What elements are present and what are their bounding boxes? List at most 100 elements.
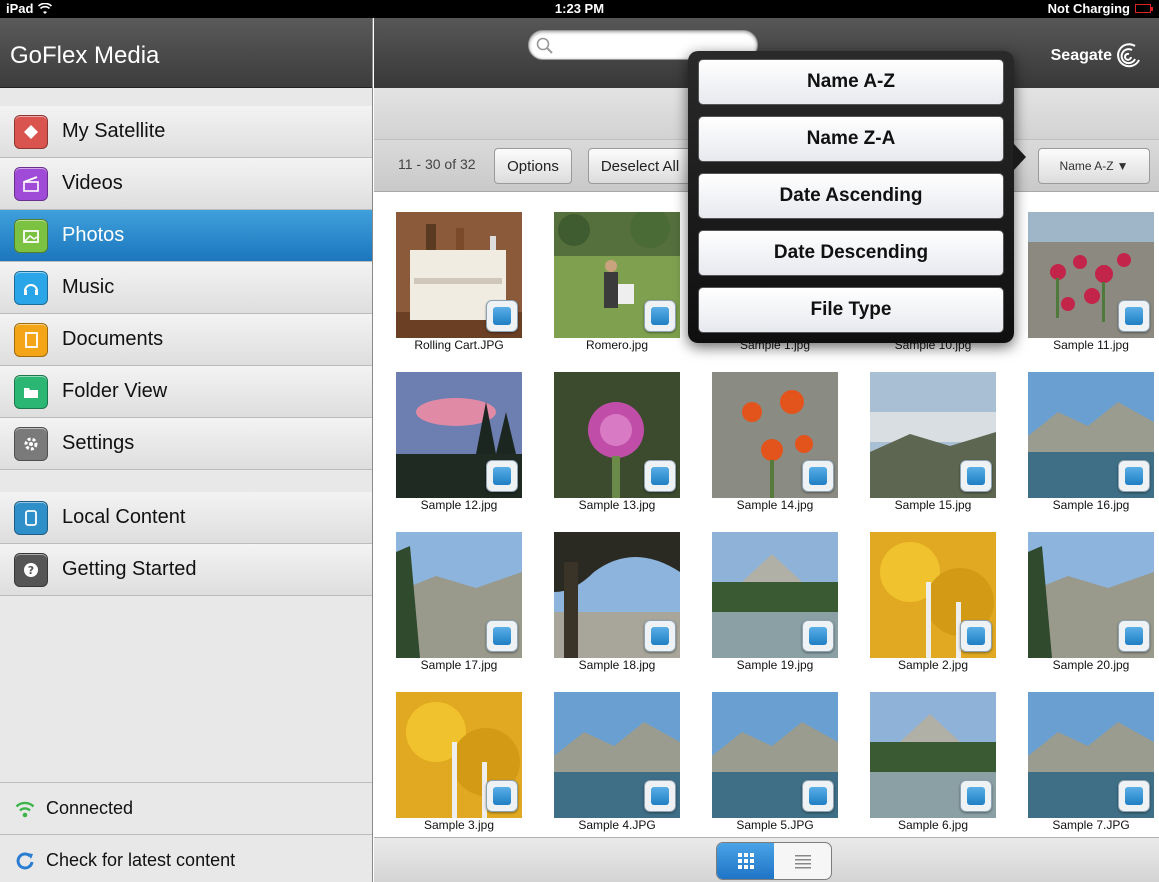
brand-name: Seagate [1050,47,1112,64]
sort-option-name-z-a[interactable]: Name Z-A [698,116,1004,162]
select-checkbox[interactable] [486,300,518,332]
sidebar-item-label: Settings [62,432,135,454]
select-checkbox[interactable] [1118,620,1150,652]
photo-tile[interactable]: Sample 7.JPG [1010,672,1159,832]
photo-filename: Sample 6.jpg [897,818,969,832]
item-count: 11 - 30 of 32 [398,156,476,172]
grid-icon [737,853,754,869]
photo-tile[interactable]: Sample 14.jpg [694,352,850,512]
select-checkbox[interactable] [1118,300,1150,332]
photo-filename: Sample 4.JPG [578,818,656,832]
sort-button[interactable]: Name A-Z ▼ [1038,148,1150,184]
folder-icon [14,374,48,409]
photo-tile[interactable]: Sample 2.jpg [852,512,1008,672]
photo-tile[interactable]: Sample 12.jpg [378,352,534,512]
photo-filename: Romero.jpg [585,338,649,352]
select-checkbox[interactable] [486,460,518,492]
sort-option-file-type[interactable]: File Type [698,287,1004,333]
photo-filename: Sample 7.JPG [1052,818,1130,832]
connection-label: Connected [46,798,134,818]
photo-filename: Sample 20.jpg [1052,658,1130,672]
view-toggle [716,842,832,880]
refresh-icon [16,852,34,869]
sort-label: Name A-Z [1059,159,1114,173]
select-checkbox[interactable] [644,780,676,812]
grid-view-button[interactable] [717,843,774,879]
photo-tile[interactable]: Sample 15.jpg [852,352,1008,512]
select-checkbox[interactable] [644,460,676,492]
connection-status: Connected [0,782,372,834]
options-button[interactable]: Options [494,148,572,184]
photo-tile[interactable]: Sample 16.jpg [1010,352,1159,512]
sort-option-name-a-z[interactable]: Name A-Z [698,59,1004,105]
search-icon [536,37,553,54]
photo-filename: Sample 15.jpg [894,498,972,512]
tablet-icon [14,500,48,535]
select-checkbox[interactable] [644,300,676,332]
photo-tile[interactable]: Sample 11.jpg [1010,192,1159,352]
list-view-button[interactable] [774,843,831,879]
select-checkbox[interactable] [1118,780,1150,812]
sidebar-item-label: Photos [62,224,125,246]
seagate-logo-icon [1117,43,1140,68]
document-icon [14,322,48,357]
select-checkbox[interactable] [486,620,518,652]
sort-option-date-ascending[interactable]: Date Ascending [698,173,1004,219]
select-checkbox[interactable] [960,460,992,492]
photo-tile[interactable]: Sample 17.jpg [378,512,534,672]
sidebar-item-local-content[interactable]: Local Content [0,492,372,544]
select-checkbox[interactable] [486,780,518,812]
photo-tile[interactable]: Sample 13.jpg [536,352,692,512]
sidebar-item-photos[interactable]: Photos [0,210,372,262]
photo-tile[interactable]: Sample 5.JPG [694,672,850,832]
sort-option-date-descending[interactable]: Date Descending [698,230,1004,276]
select-checkbox[interactable] [960,780,992,812]
photo-tile[interactable]: Romero.jpg [536,192,692,352]
sidebar-item-label: Documents [62,328,164,350]
wifi-icon [15,801,35,817]
photo-filename: Sample 16.jpg [1052,498,1130,512]
satellite-icon [14,114,48,149]
photo-icon [14,218,48,253]
refresh-label: Check for latest content [46,850,236,870]
sidebar-item-label: My Satellite [62,120,166,142]
photo-tile[interactable]: Sample 3.jpg [378,672,534,832]
sidebar-item-settings[interactable]: Settings [0,418,372,470]
sidebar-item-folder-view[interactable]: Folder View [0,366,372,418]
select-checkbox[interactable] [960,620,992,652]
sidebar-item-label: Videos [62,172,123,194]
photo-tile[interactable]: Sample 18.jpg [536,512,692,672]
photo-tile[interactable]: Rolling Cart.JPG [378,192,534,352]
sidebar-item-label: Local Content [62,506,186,528]
photo-filename: Sample 3.jpg [423,818,495,832]
photo-tile[interactable]: Sample 4.JPG [536,672,692,832]
sidebar: GoFlex Media My Satellite Videos Photos Mus… [0,18,373,882]
photo-filename: Sample 2.jpg [897,658,969,672]
status-bar: iPad 1:23 PM Not Charging [0,0,1159,18]
clock: 1:23 PM [554,1,605,16]
photo-tile[interactable]: Sample 20.jpg [1010,512,1159,672]
refresh-content-button[interactable]: Check for latest content [0,834,372,882]
app: iPad 1:23 PM Not Charging GoFlex Media M… [0,0,1159,882]
photo-filename: Rolling Cart.JPG [414,338,504,352]
sidebar-item-getting-started[interactable]: ? Getting Started [0,544,372,596]
select-checkbox[interactable] [802,620,834,652]
photo-filename: Sample 14.jpg [736,498,814,512]
sidebar-item-my-satellite[interactable]: My Satellite [0,106,372,158]
sidebar-item-videos[interactable]: Videos [0,158,372,210]
photo-filename: Sample 17.jpg [420,658,498,672]
deselect-all-button[interactable]: Deselect All [588,148,692,184]
sidebar-item-music[interactable]: Music [0,262,372,314]
photo-filename: Sample 5.JPG [736,818,814,832]
select-checkbox[interactable] [802,460,834,492]
photo-tile[interactable]: Sample 19.jpg [694,512,850,672]
select-checkbox[interactable] [644,620,676,652]
sidebar-item-documents[interactable]: Documents [0,314,372,366]
select-checkbox[interactable] [802,780,834,812]
bottom-bar [374,837,1159,882]
sidebar-item-label: Music [62,276,115,298]
photo-tile[interactable]: Sample 6.jpg [852,672,1008,832]
battery-icon [1135,4,1153,13]
photo-filename: Sample 12.jpg [420,498,498,512]
select-checkbox[interactable] [1118,460,1150,492]
